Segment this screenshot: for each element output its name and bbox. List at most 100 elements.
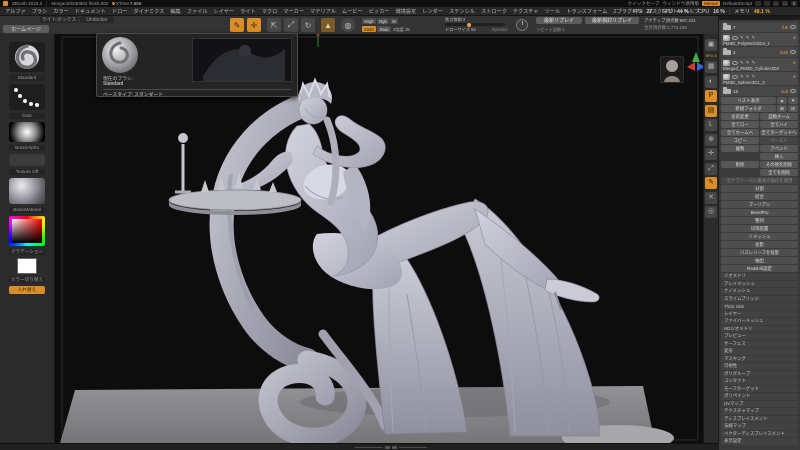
material-thumbnail[interactable] (9, 178, 45, 204)
select-up-button[interactable]: ▲ (777, 97, 787, 104)
menu-item[interactable]: ライト (240, 8, 256, 15)
menu-item[interactable]: ファイル (187, 8, 208, 15)
draw-size-slider-label[interactable]: ドローサイズ 64 (445, 27, 476, 33)
repeat-count-label[interactable]: リピート回数 1 (536, 27, 565, 33)
saturation-square[interactable] (12, 219, 42, 243)
maximize-button[interactable]: □ (782, 1, 788, 6)
replay-last-relative-button[interactable]: 最新相対リプレイ (585, 17, 639, 24)
menu-item[interactable]: ムービー (342, 8, 363, 15)
subtool-action-button[interactable]: 結合 (721, 193, 798, 200)
menu-item[interactable]: ストローク (481, 8, 507, 15)
subtool-menu-button[interactable]: その他を削除 (760, 161, 798, 168)
subtool-menu-button[interactable]: コピー (721, 137, 759, 144)
subtool-action-button[interactable]: 均等配置 (721, 225, 798, 232)
palette-section-header[interactable]: HDジオメトリ (721, 326, 798, 333)
palette-section-header[interactable]: プレビュー (721, 333, 798, 340)
palette-section-header[interactable]: 表示設定 (721, 438, 798, 445)
subtool-menu-button[interactable]: 自動ネーム (760, 113, 798, 120)
palette-section-header[interactable]: コンタクト (721, 378, 798, 385)
visibility-eye-icon[interactable] (790, 25, 796, 29)
polyframe-icon[interactable]: ▦ (705, 61, 717, 73)
polypaint-sphere-icon[interactable]: ◍ (341, 18, 355, 32)
select-down-button[interactable]: ▼ (788, 97, 798, 104)
menu-item[interactable]: ドキュメント (75, 8, 106, 15)
menu-item[interactable]: ダイナミクス (133, 8, 164, 15)
menu-item[interactable]: レイヤー (214, 8, 235, 15)
menu-item[interactable]: ツール (545, 8, 561, 15)
palette-section-header[interactable]: ポリペイント (721, 393, 798, 400)
palette-section-header[interactable]: Thick Skin (721, 303, 798, 310)
zadd-button[interactable]: Zadd (362, 26, 376, 32)
swap-color-button[interactable]: 入れ替え (9, 286, 45, 294)
paint-toggle-icon[interactable]: ✎ (746, 35, 750, 41)
titlebar-icon[interactable] (755, 1, 761, 6)
scale-button[interactable]: ⤢ (284, 18, 298, 32)
paint-toggle-icon[interactable]: ✎ (752, 35, 756, 41)
menu-item[interactable]: マテリアル (310, 8, 336, 15)
subtool-menu-button[interactable]: 複製 (721, 145, 759, 152)
palette-section-header[interactable]: ジオメトリ (721, 273, 798, 280)
move-button[interactable]: ⇱ (267, 18, 281, 32)
subtool-menu-button[interactable]: 全てホームへ (721, 129, 759, 136)
replay-last-button[interactable]: 最新リプレイ (536, 17, 582, 24)
palette-section-header[interactable]: マスキング (721, 356, 798, 363)
rgb-button[interactable]: Rgb (377, 18, 389, 24)
visibility-eye-icon[interactable] (732, 36, 738, 40)
subtool-menu-button[interactable]: 名前変更 (721, 113, 759, 120)
palette-section-header[interactable]: スライムブリッジ (721, 296, 798, 303)
menus-toggle[interactable]: Menus (702, 1, 720, 6)
subtool-menu-button[interactable]: 全サブツールに最後の操作を適用 (721, 177, 798, 184)
subtool-menu-button[interactable]: 全てロー (721, 121, 759, 128)
orientation-gizmo[interactable] (686, 51, 703, 73)
palette-section-header[interactable]: テクスチャマップ (721, 408, 798, 415)
current-brush-thumbnail[interactable] (9, 42, 45, 72)
quick-save-button[interactable]: クイックセーブ (627, 1, 659, 7)
current-color-swatch[interactable] (17, 258, 37, 274)
subtool-action-button[interactable]: ブーリアン (721, 201, 798, 208)
mrgb-button[interactable]: Mrgb (362, 18, 376, 24)
paint-toggle-icon[interactable]: ✎ (746, 74, 750, 80)
local-icon[interactable]: L (705, 119, 717, 131)
window-mode-button[interactable]: ウィンドウ適用版 (662, 1, 699, 7)
paint-toggle-icon[interactable]: ✎ (740, 74, 744, 80)
scale-icon[interactable]: ⤢ (705, 163, 717, 175)
focal-shift-slider[interactable] (445, 23, 505, 26)
folder-collapse-icon[interactable]: ⊟ (788, 105, 798, 112)
menu-item[interactable]: ステンシル (449, 8, 475, 15)
sculptris-pro-button[interactable]: ▲ (321, 18, 335, 32)
palette-section-header[interactable]: 変形 (721, 348, 798, 355)
tray-divider-handle[interactable] (355, 446, 427, 449)
subtool-action-button[interactable]: 投影 (721, 241, 798, 248)
subtool-menu-button[interactable]: 削除 (721, 161, 759, 168)
palette-section-header[interactable]: 法線マップ (721, 423, 798, 430)
subtool-action-button[interactable]: Redshift設定 (721, 265, 798, 272)
subtool-menu-button[interactable]: ペースト (760, 137, 798, 144)
menu-item[interactable]: ピッカー (369, 8, 390, 15)
menu-item[interactable]: 編集 (170, 8, 180, 15)
scroll-icon[interactable]: ✛ (705, 148, 717, 160)
palette-section-header[interactable]: ポリグループ (721, 371, 798, 378)
edit-object-button[interactable]: ✎ (230, 18, 244, 32)
paint-toggle-icon[interactable]: ✎ (740, 35, 744, 41)
lightbox-button[interactable]: ライトボックス (40, 16, 78, 23)
palette-section-header[interactable]: ベクターディスプレイスメント (721, 431, 798, 438)
palette-section-header[interactable]: サーフェス (721, 341, 798, 348)
palette-section-header[interactable]: ナノメッシュ (721, 288, 798, 295)
transparency-icon[interactable]: ◐ (705, 76, 717, 88)
subtool-thumbnail[interactable] (723, 74, 730, 80)
menu-item[interactable]: マクロ (262, 8, 278, 15)
subtool-menu-button[interactable]: 挿入 (760, 153, 798, 160)
subtool-action-button[interactable]: リメッシュ (721, 233, 798, 240)
palette-section-header[interactable]: ディスプレイスメント (721, 416, 798, 423)
titlebar-icon[interactable] (764, 1, 770, 6)
menu-item[interactable]: ドロー (112, 8, 128, 15)
close-button[interactable]: ✕ (791, 1, 797, 6)
palette-section-header[interactable]: モーフターゲット (721, 386, 798, 393)
palette-section-header[interactable]: アレイメッシュ (721, 281, 798, 288)
subtool-action-button[interactable]: 整列 (721, 217, 798, 224)
palette-section-header[interactable]: 可視性 (721, 363, 798, 370)
eye-icon[interactable]: ◎ (705, 206, 717, 218)
palette-section-header[interactable]: レイヤー (721, 311, 798, 318)
visibility-eye-icon[interactable] (790, 50, 796, 54)
tool-head-thumbnail[interactable] (660, 56, 684, 83)
